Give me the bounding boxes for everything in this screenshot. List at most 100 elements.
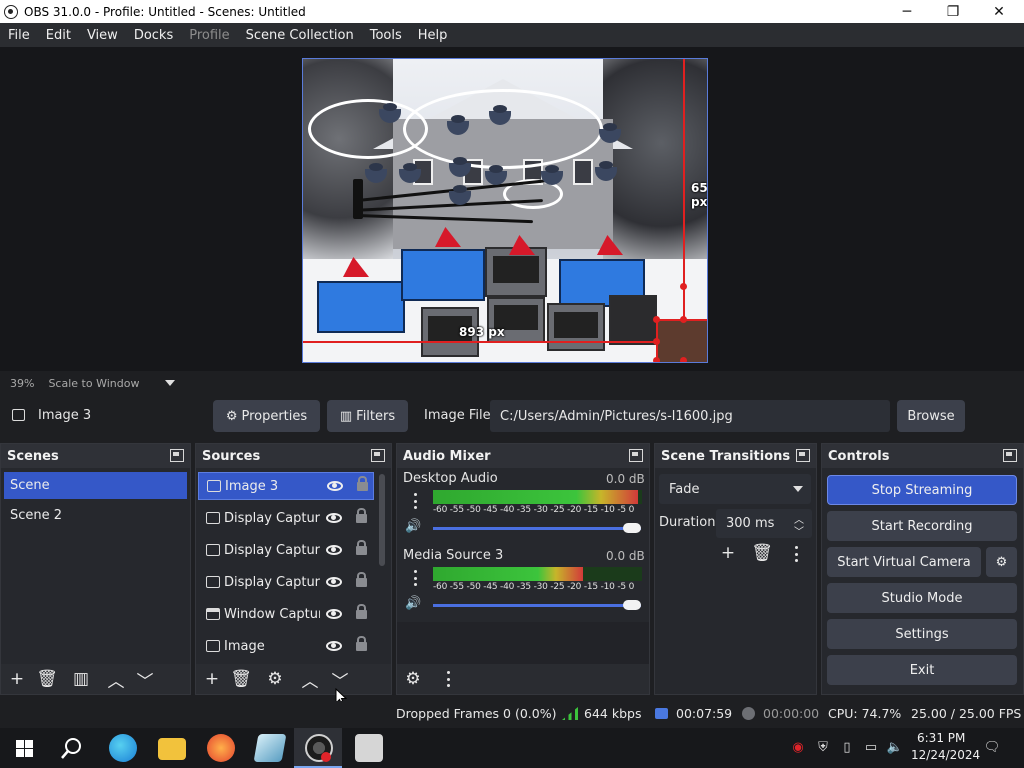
gear-icon[interactable]: ⚙ <box>265 669 285 689</box>
lock-icon[interactable] <box>356 507 367 523</box>
trash-icon[interactable]: 🗑 <box>36 669 58 689</box>
menu-tools[interactable]: Tools <box>362 28 410 43</box>
eye-icon[interactable] <box>326 545 342 555</box>
move-down-icon[interactable]: ﹀ <box>135 669 155 692</box>
properties-button[interactable]: ⚙ Properties <box>213 400 320 432</box>
speaker-icon[interactable]: 🔊 <box>405 596 421 611</box>
firefox-icon[interactable] <box>207 734 235 762</box>
add-transition-icon[interactable]: + <box>718 543 738 563</box>
eye-icon[interactable] <box>326 513 342 523</box>
duration-input[interactable]: 300 ms ︿ ﹀ <box>716 509 812 538</box>
volume-icon[interactable]: 🔈 <box>887 739 903 755</box>
menu-view[interactable]: View <box>79 28 126 43</box>
close-button[interactable]: ✕ <box>976 0 1022 23</box>
speaker-icon[interactable]: 🔊 <box>405 519 421 534</box>
lock-icon[interactable] <box>356 603 367 619</box>
eye-icon[interactable] <box>326 577 342 587</box>
taskbar-date[interactable]: 12/24/2024 <box>911 748 980 762</box>
scene-item[interactable]: Scene <box>4 472 187 499</box>
move-down-icon[interactable]: ﹀ <box>330 669 350 692</box>
undock-icon[interactable] <box>170 449 184 462</box>
resize-handle[interactable] <box>653 316 660 323</box>
notification-icon[interactable]: 🗨 <box>983 739 1001 755</box>
maximize-button[interactable]: ❐ <box>930 0 976 23</box>
advanced-audio-icon[interactable]: ⚙ <box>403 669 423 689</box>
source-item[interactable]: Display Capture <box>198 536 374 564</box>
file-explorer-icon[interactable] <box>158 738 186 760</box>
minimize-button[interactable]: ─ <box>884 0 930 23</box>
volume-slider-knob[interactable] <box>623 600 641 610</box>
chevron-down-icon[interactable] <box>165 380 176 386</box>
chevron-down-icon[interactable] <box>793 486 803 492</box>
virtual-camera-settings-gear-icon[interactable]: ⚙ <box>986 547 1017 577</box>
filter-icon[interactable]: ▥ <box>71 669 91 689</box>
add-icon[interactable]: + <box>7 669 27 689</box>
menu-docks[interactable]: Docks <box>126 28 181 43</box>
settings-button[interactable]: Settings <box>827 619 1017 649</box>
undock-icon[interactable] <box>371 449 385 462</box>
lock-icon[interactable] <box>356 539 367 555</box>
lock-icon[interactable] <box>357 475 368 491</box>
more-icon[interactable] <box>446 671 450 687</box>
menu-help[interactable]: Help <box>410 28 456 43</box>
source-name: Display Capture <box>224 510 320 526</box>
eye-icon[interactable] <box>326 641 342 651</box>
volume-slider[interactable] <box>433 604 641 607</box>
chevron-down-icon[interactable]: ﹀ <box>794 523 804 538</box>
preview-canvas[interactable]: 653 px 893 px <box>302 58 708 363</box>
source-item[interactable]: Image <box>198 632 374 660</box>
search-icon[interactable] <box>61 737 83 759</box>
resize-handle[interactable] <box>653 338 660 345</box>
volume-slider[interactable] <box>433 527 641 530</box>
source-item[interactable]: Image 3 <box>198 472 374 500</box>
lock-icon[interactable] <box>356 635 367 651</box>
studio-mode-button[interactable]: Studio Mode <box>827 583 1017 613</box>
sources-scrollbar[interactable] <box>379 474 385 566</box>
obs-tray-icon[interactable]: ◉ <box>790 739 806 755</box>
taskbar-time[interactable]: 6:31 PM <box>917 731 965 745</box>
start-virtual-camera-button[interactable]: Start Virtual Camera <box>827 547 981 577</box>
source-item[interactable]: Display Capture <box>198 568 374 596</box>
resize-handle[interactable] <box>680 357 687 362</box>
menu-file[interactable]: File <box>0 28 38 43</box>
resize-handle[interactable] <box>680 283 687 290</box>
trash-icon[interactable]: 🗑 <box>751 543 773 563</box>
resize-handle[interactable] <box>653 357 660 362</box>
exit-button[interactable]: Exit <box>827 655 1017 685</box>
add-icon[interactable]: + <box>202 669 222 689</box>
notepad-icon[interactable] <box>253 734 287 762</box>
move-up-icon[interactable]: ︿ <box>106 669 126 692</box>
zoom-mode-select[interactable]: Scale to Window <box>48 377 139 390</box>
source-item[interactable]: Display Capture <box>198 504 374 532</box>
stop-streaming-button[interactable]: Stop Streaming <box>827 475 1017 505</box>
move-up-icon[interactable]: ︿ <box>300 669 320 692</box>
transition-select[interactable]: Fade <box>659 474 811 504</box>
security-shield-icon[interactable]: ⛨ <box>815 739 831 755</box>
undock-icon[interactable] <box>629 449 643 462</box>
menu-profile[interactable]: Profile <box>181 28 237 43</box>
eye-icon[interactable] <box>327 481 343 491</box>
browse-button[interactable]: Browse <box>897 400 965 432</box>
resize-handle[interactable] <box>680 316 687 323</box>
windows-start-icon[interactable] <box>16 740 33 757</box>
start-recording-button[interactable]: Start Recording <box>827 511 1017 541</box>
scene-item[interactable]: Scene 2 <box>4 502 187 529</box>
image-file-path[interactable]: C:/Users/Admin/Pictures/s-l1600.jpg <box>490 400 890 432</box>
channel-menu-icon[interactable] <box>413 570 417 586</box>
network-icon[interactable]: ▭ <box>863 739 879 755</box>
undock-icon[interactable] <box>796 449 810 462</box>
channel-menu-icon[interactable] <box>413 493 417 509</box>
filters-button[interactable]: ▥ Filters <box>327 400 408 432</box>
volume-slider-knob[interactable] <box>623 523 641 533</box>
more-icon[interactable] <box>794 546 798 562</box>
source-item[interactable]: Window Capture <box>198 600 374 628</box>
app-icon[interactable] <box>355 734 383 762</box>
menu-edit[interactable]: Edit <box>38 28 79 43</box>
lock-icon[interactable] <box>356 571 367 587</box>
undock-icon[interactable] <box>1003 449 1017 462</box>
edge-browser-icon[interactable] <box>109 734 137 762</box>
usb-icon[interactable]: ▯ <box>839 739 855 755</box>
eye-icon[interactable] <box>326 609 342 619</box>
menu-scene-collection[interactable]: Scene Collection <box>238 28 362 43</box>
trash-icon[interactable]: 🗑 <box>230 669 252 689</box>
